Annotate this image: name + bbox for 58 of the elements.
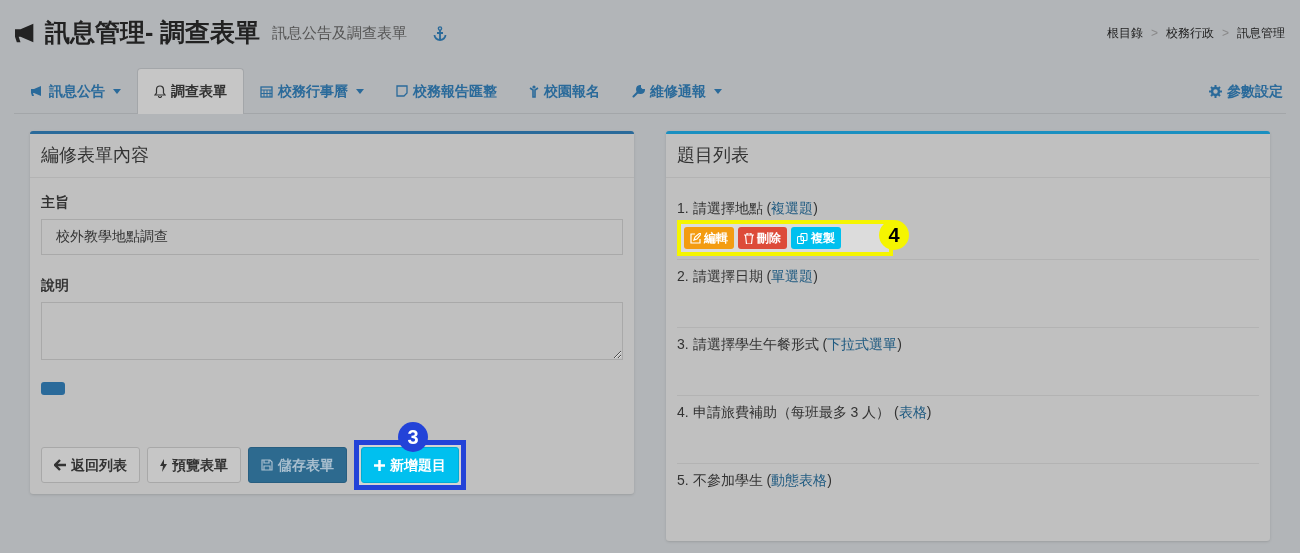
panel-title: 編修表單內容 xyxy=(41,144,149,167)
nav-tab[interactable]: 維修通報 xyxy=(616,69,738,113)
input-field[interactable]: 校外教學地點調查 xyxy=(41,219,623,255)
add-button[interactable]: 新增題目 xyxy=(361,447,459,483)
breadcrumb-link[interactable]: 校務行政 xyxy=(1166,24,1214,42)
calendar-icon xyxy=(260,84,273,98)
question-text: 4. 申請旅費補助（每班最多 3 人） (表格) xyxy=(677,403,932,422)
nav-tab[interactable]: 校務行事曆 xyxy=(244,69,380,113)
nav-tab[interactable]: 校園報名 xyxy=(513,69,616,113)
breadcrumb-link[interactable]: 訊息管理 xyxy=(1237,24,1285,42)
nav-tab[interactable]: 訊息公告 xyxy=(14,69,137,113)
question-type-link[interactable]: 動態表格 xyxy=(771,472,828,488)
wrench-icon xyxy=(632,84,645,98)
question-text: 1. 請選擇地點 (複選題) xyxy=(677,199,818,218)
question-text: 3. 請選擇學生午餐形式 (下拉式選單) xyxy=(677,335,902,354)
edit-button[interactable]: 編輯 xyxy=(684,227,734,249)
question-text: 2. 請選擇日期 (單選題) xyxy=(677,267,818,286)
arrow-left-icon xyxy=(54,459,66,471)
field-label: 主旨 xyxy=(41,193,69,212)
callout-badge: 3 xyxy=(398,422,428,452)
trash-icon xyxy=(744,232,754,244)
back-button[interactable]: 返回列表 xyxy=(41,447,140,483)
edit-icon xyxy=(690,232,701,244)
anchor-icon[interactable] xyxy=(433,25,448,41)
breadcrumb-separator: > xyxy=(1222,25,1229,42)
caret-icon xyxy=(113,88,121,94)
copy-button[interactable]: 複製 xyxy=(791,227,841,249)
plus-icon xyxy=(374,459,385,471)
question-type-link[interactable]: 複選題 xyxy=(771,200,814,216)
gear-icon xyxy=(1209,84,1222,98)
bell-icon xyxy=(154,85,166,98)
question-type-link[interactable]: 單選題 xyxy=(771,268,814,284)
person-icon xyxy=(529,84,539,98)
floppy-icon xyxy=(261,459,273,471)
callout-badge: 4 xyxy=(879,220,909,250)
nav-tab[interactable]: 調查表單 xyxy=(137,68,244,114)
note-icon xyxy=(396,85,408,97)
preview-button[interactable]: 預覽表單 xyxy=(147,447,241,483)
settings-tab[interactable]: 參數設定 xyxy=(1206,69,1286,113)
page-subtitle: 訊息公告及調查表單 xyxy=(272,22,408,43)
caret-icon xyxy=(714,88,722,94)
delete-button[interactable]: 刪除 xyxy=(738,227,787,249)
toggle-button[interactable] xyxy=(41,382,65,395)
breadcrumb-link[interactable]: 根目錄 xyxy=(1106,24,1143,42)
panel-title: 題目列表 xyxy=(677,144,749,167)
nav-tab[interactable]: 校務報告匯整 xyxy=(380,69,513,113)
page-title: 訊息管理- 調查表單 xyxy=(45,17,261,49)
lightning-icon xyxy=(160,458,167,472)
question-text: 5. 不參加學生 (動態表格) xyxy=(677,471,832,490)
megaphone-icon xyxy=(30,85,44,97)
field-label: 說明 xyxy=(41,276,69,295)
caret-icon xyxy=(356,88,364,94)
textarea-field[interactable] xyxy=(41,302,623,360)
save-button[interactable]: 儲存表單 xyxy=(248,447,347,483)
copy-icon xyxy=(797,232,808,244)
breadcrumb-separator: > xyxy=(1150,25,1158,42)
question-type-link[interactable]: 表格 xyxy=(898,404,927,420)
question-type-link[interactable]: 下拉式選單 xyxy=(827,336,898,352)
